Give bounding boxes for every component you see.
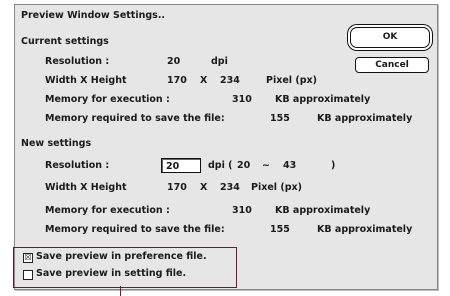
current-mem-exec-unit: KB approximately <box>275 94 371 105</box>
dialog-title: Preview Window Settings.. <box>21 10 166 21</box>
current-mem-save-label: Memory required to save the file: <box>45 113 225 124</box>
save-pref-checkbox[interactable]: ☒ <box>23 253 33 263</box>
ok-button[interactable]: OK <box>350 27 430 48</box>
current-wh-label: Width X Height <box>45 75 127 86</box>
new-range-max: 43 <box>283 160 297 171</box>
new-mem-save-unit: KB approximately <box>317 224 413 235</box>
new-range-min: 20 <box>237 160 251 171</box>
resolution-input[interactable]: 20 <box>161 158 201 173</box>
current-resolution-label: Resolution : <box>45 56 110 67</box>
current-x-separator: X <box>200 75 208 86</box>
new-mem-exec-label: Memory for execution : <box>45 205 170 216</box>
current-settings-heading: Current settings <box>21 36 109 47</box>
new-range-separator: ~ <box>262 160 270 171</box>
current-height-value: 234 <box>220 75 240 86</box>
new-wh-unit: Pixel (px) <box>251 182 302 193</box>
current-wh-unit: Pixel (px) <box>266 75 317 86</box>
new-mem-exec-unit: KB approximately <box>275 205 371 216</box>
new-range-close: ) <box>331 160 336 171</box>
save-setting-checkbox[interactable] <box>23 270 33 280</box>
new-mem-save-label: Memory required to save the file: <box>45 224 225 235</box>
cancel-button[interactable]: Cancel <box>355 57 429 73</box>
current-resolution-value: 20 <box>167 56 181 67</box>
new-mem-exec-value: 310 <box>232 205 252 216</box>
current-resolution-unit: dpi <box>211 56 228 67</box>
current-mem-save-value: 155 <box>270 113 290 124</box>
current-width-value: 170 <box>167 75 187 86</box>
new-height-value: 234 <box>220 182 240 193</box>
save-pref-label[interactable]: Save preview in preference file. <box>36 251 207 263</box>
new-settings-heading: New settings <box>21 138 92 149</box>
new-mem-save-value: 155 <box>270 224 290 235</box>
new-width-value: 170 <box>167 182 187 193</box>
new-resolution-label: Resolution : <box>45 160 110 171</box>
new-x-separator: X <box>200 182 208 193</box>
preview-window-settings-dialog: Preview Window Settings.. OK Cancel Curr… <box>13 4 438 296</box>
current-mem-exec-value: 310 <box>232 94 252 105</box>
current-mem-save-unit: KB approximately <box>317 113 413 124</box>
new-range-prefix: dpi ( <box>208 160 233 171</box>
save-setting-label[interactable]: Save preview in setting file. <box>36 268 186 280</box>
new-wh-label: Width X Height <box>45 182 127 193</box>
current-mem-exec-label: Memory for execution : <box>45 94 170 105</box>
